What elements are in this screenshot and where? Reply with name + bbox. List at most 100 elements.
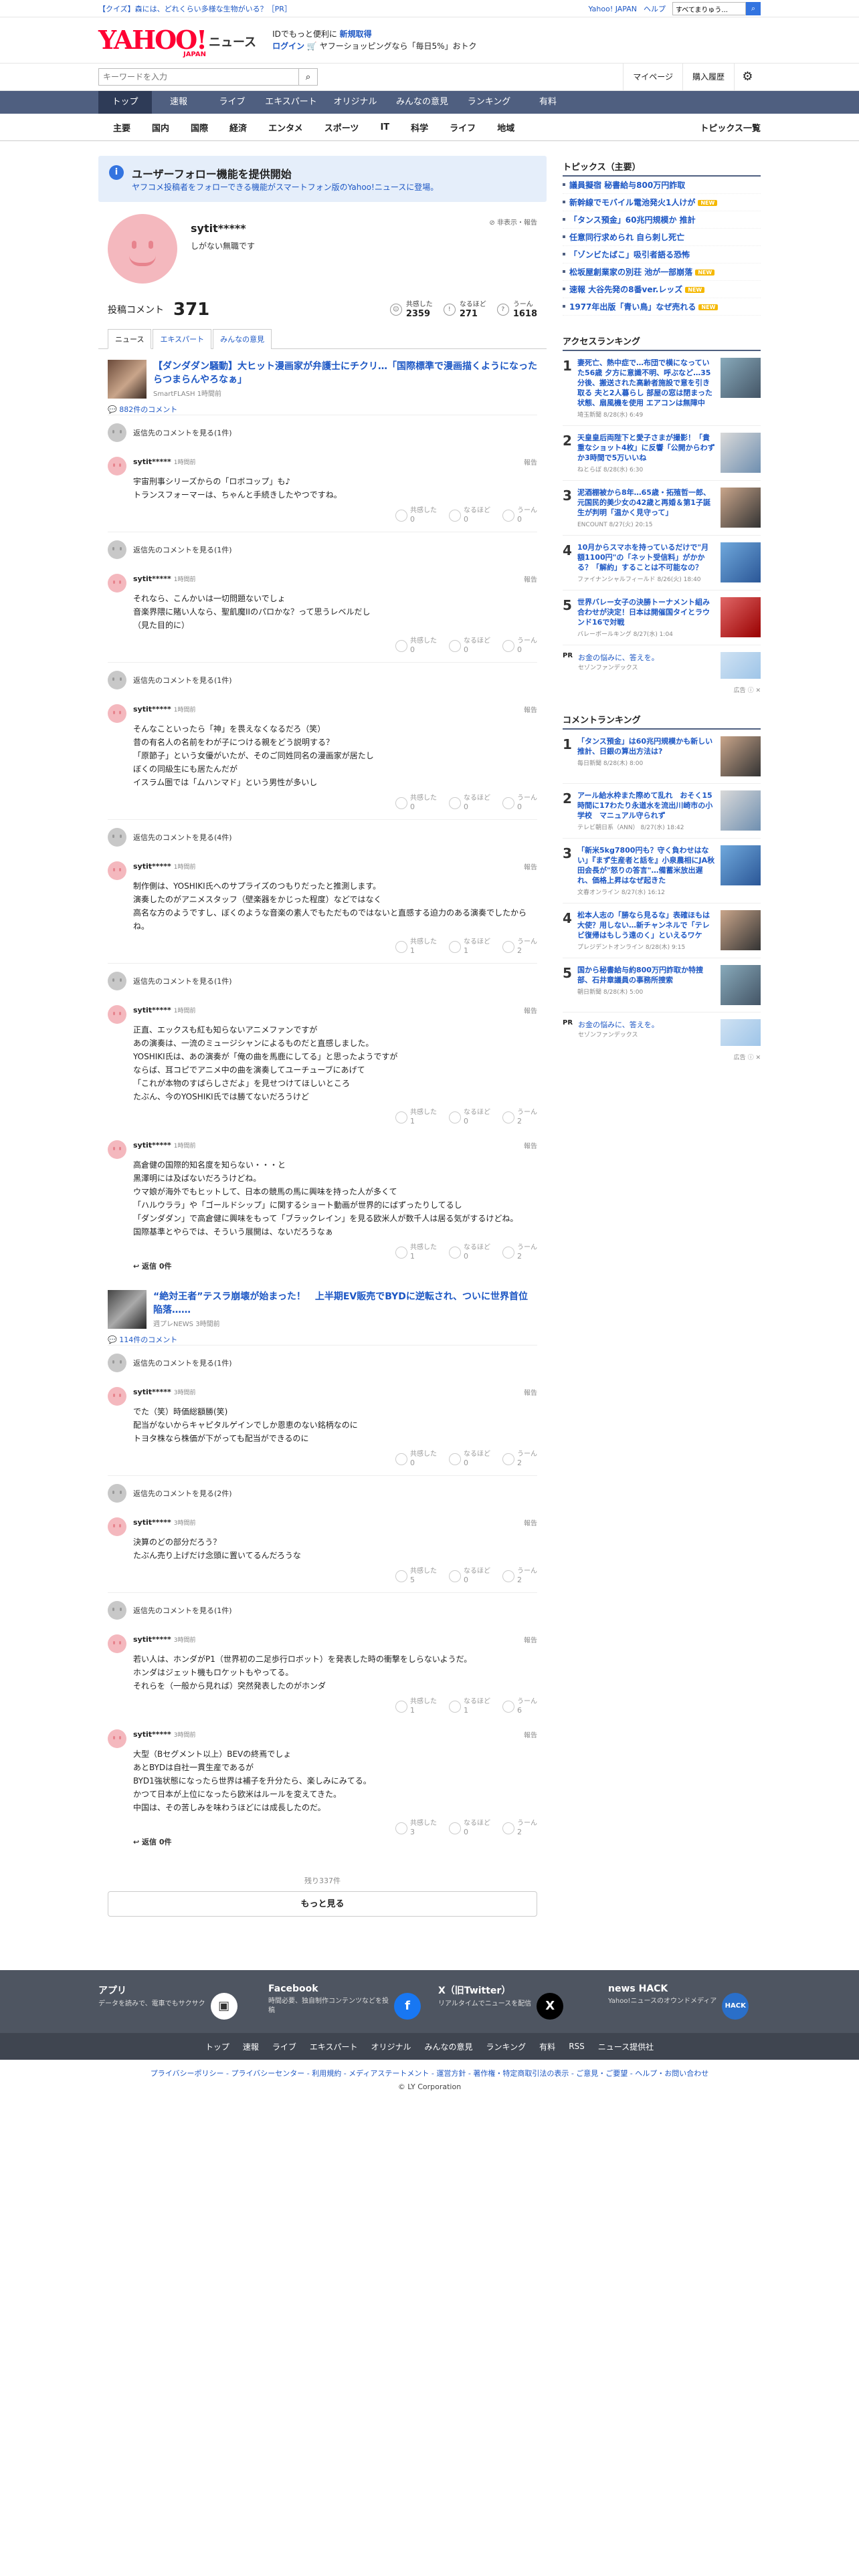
tab-news[interactable]: ニュース [108, 329, 152, 349]
settings-button[interactable]: ⚙ [734, 64, 761, 90]
report-link[interactable]: 報告 [524, 1005, 537, 1015]
cat-science[interactable]: 科学 [400, 121, 439, 134]
empathy-button[interactable]: 共感した 1 [395, 1244, 437, 1261]
parent-comment-link[interactable]: 返信先のコメントを見る(4件) [108, 819, 537, 855]
reply-button[interactable]: ↩ 返信 0件 [133, 1262, 172, 1271]
keyword-search-button[interactable]: ⌕ [299, 68, 318, 86]
footer-nav-item[interactable]: 速報 [243, 2041, 259, 2052]
parent-comment-link[interactable]: 返信先のコメントを見る(1件) [108, 662, 537, 697]
close-icon[interactable]: ✕ [755, 687, 761, 694]
ranking-item[interactable]: 4 10月からスマホを持っているだけで"月額1100円"の「ネット受信料」がかかる… [563, 536, 761, 591]
topic-item[interactable]: 議員擬宿 秘書給与800万円詐取 [563, 177, 761, 194]
report-link[interactable]: 報告 [524, 1387, 537, 1397]
hmm-button[interactable]: うーん 2 [502, 1568, 537, 1584]
ranking-item[interactable]: 2 アール給水枠また際めて乱れ おそく15時間に17わたり永道水を流出川崎市の小学… [563, 784, 761, 839]
help-link[interactable]: ヘルプ [644, 3, 666, 14]
footer-nav-item[interactable]: 有料 [539, 2041, 555, 2052]
close-icon[interactable]: ✕ [755, 1055, 761, 1061]
login-link[interactable]: ログイン [272, 41, 304, 51]
report-link[interactable]: 報告 [524, 704, 537, 714]
avatar[interactable] [108, 1517, 126, 1536]
cat-sports[interactable]: スポーツ [314, 121, 370, 134]
hmm-button[interactable]: うーん 2 [502, 1820, 537, 1836]
reply-button[interactable]: ↩ 返信 0件 [133, 1838, 172, 1846]
empathy-button[interactable]: 共感した 1 [395, 1109, 437, 1125]
article-thumbnail[interactable] [108, 1290, 147, 1329]
hmm-button[interactable]: うーん 0 [502, 507, 537, 524]
cat-life[interactable]: ライフ [439, 121, 486, 134]
empathy-button[interactable]: 共感した 0 [395, 794, 437, 811]
insight-button[interactable]: なるほど 1 [449, 1698, 490, 1715]
cat-main[interactable]: 主要 [98, 121, 141, 134]
hide-report-link[interactable]: ⊘ 非表示・報告 [489, 217, 537, 227]
purchase-history-link[interactable]: 購入履歴 [682, 64, 734, 90]
insight-button[interactable]: なるほど 0 [449, 1109, 490, 1125]
ranking-item[interactable]: 1 妻死亡、熱中症で…布団で横になっていた56歳 夕方に意識不明、呼ぶなど…35分… [563, 351, 761, 426]
parent-comment-link[interactable]: 返信先のコメントを見る(1件) [108, 532, 537, 567]
hmm-button[interactable]: うーん 2 [502, 938, 537, 955]
avatar[interactable] [108, 1140, 126, 1159]
insight-button[interactable]: なるほど 0 [449, 1820, 490, 1836]
yahoo-news-logo[interactable]: YAHOO! JAPAN ニュース [98, 27, 256, 59]
avatar[interactable] [108, 704, 126, 723]
pr-item-2[interactable]: PR お金の悩みに、答えを。 セゾンファンデックス [563, 1012, 761, 1053]
signup-link[interactable]: 新規取得 [340, 29, 372, 39]
insight-button[interactable]: なるほど 0 [449, 1568, 490, 1584]
article-thumbnail[interactable] [108, 360, 147, 399]
insight-button[interactable]: なるほど 0 [449, 794, 490, 811]
parent-comment-link[interactable]: 返信先のコメントを見る(1件) [108, 415, 537, 450]
hmm-button[interactable]: うーん 6 [502, 1698, 537, 1715]
ranking-item[interactable]: 5 国から秘書給与約800万円詐取か特捜部、石井章議員の事務所捜索 朝日新聞 8/2… [563, 958, 761, 1012]
article-comment-count[interactable]: 💬 882件のコメント [98, 403, 187, 419]
topic-item[interactable]: 任意同行求められ 自ら刺し死亡 [563, 229, 761, 246]
parent-comment-link[interactable]: 返信先のコメントを見る(1件) [108, 1345, 537, 1380]
footer-nav-item[interactable]: ニュース提供社 [598, 2041, 654, 2052]
avatar[interactable] [108, 861, 126, 880]
ranking-item[interactable]: 4 松本人志の「勝なら見るな」表確ほもは大使？用しない…新チャンネルで「テレビ復帰… [563, 903, 761, 958]
empathy-button[interactable]: 共感した 0 [395, 637, 437, 654]
footer-links[interactable]: プライバシーポリシー - プライバシーセンター - 利用規約 - メディアステー… [0, 2068, 859, 2078]
reply-username[interactable]: sytit***** [133, 1388, 171, 1396]
keyword-input[interactable] [98, 68, 299, 86]
footer-box[interactable]: Facebook 時間必要、独自制作コンテンツなどを投稿 f [268, 1983, 421, 2020]
footer-nav-item[interactable]: オリジナル [371, 2041, 411, 2052]
nav-top[interactable]: トップ [98, 91, 152, 114]
insight-button[interactable]: なるほど 0 [449, 637, 490, 654]
nav-expert[interactable]: エキスパート [259, 91, 323, 114]
cat-it[interactable]: IT [369, 122, 400, 132]
report-link[interactable]: 報告 [524, 1729, 537, 1739]
avatar[interactable] [108, 574, 126, 593]
info-icon[interactable]: ⓘ [748, 1055, 754, 1061]
reply-username[interactable]: sytit***** [133, 705, 171, 714]
ranking-item[interactable]: 5 世界バレー女子の決勝トーナメント組み合わせが決定！日本は開催国タイとラウンド1… [563, 591, 761, 645]
pr-item[interactable]: PR お金の悩みに、答えを。 セゾンファンデックス [563, 645, 761, 685]
insight-button[interactable]: なるほど 0 [449, 1244, 490, 1261]
footer-box[interactable]: アプリ データを読みで、電車でもサクサク ▣ [98, 1983, 251, 2020]
hmm-button[interactable]: うーん 0 [502, 637, 537, 654]
report-link[interactable]: 報告 [524, 1140, 537, 1150]
report-link[interactable]: 報告 [524, 861, 537, 871]
footer-nav-item[interactable]: みんなの意見 [425, 2041, 473, 2052]
topics-list-link[interactable]: トピックス一覧 [700, 121, 761, 134]
parent-comment-link[interactable]: 返信先のコメントを見る(1件) [108, 1592, 537, 1628]
promo-quiz-link[interactable]: 【クイズ】森には、どれくらい多様な生物がいる？［PR］ [98, 3, 292, 14]
cat-economy[interactable]: 経済 [219, 121, 258, 134]
reply-username[interactable]: sytit***** [133, 1730, 171, 1739]
web-search-button[interactable]: ⌕ [746, 2, 761, 15]
hmm-button[interactable]: うーん 2 [502, 1451, 537, 1467]
cat-entertainment[interactable]: エンタメ [258, 121, 314, 134]
reply-username[interactable]: sytit***** [133, 1635, 171, 1644]
parent-comment-link[interactable]: 返信先のコメントを見る(1件) [108, 963, 537, 998]
empathy-button[interactable]: 共感した 1 [395, 938, 437, 955]
ranking-item[interactable]: 3 「新米5kg7800円も？守く負わせはない」『まず生産者と話を』小泉農相にJA… [563, 839, 761, 903]
parent-comment-link[interactable]: 返信先のコメントを見る(2件) [108, 1475, 537, 1511]
tab-opinions[interactable]: みんなの意見 [213, 329, 272, 349]
reply-username[interactable]: sytit***** [133, 1518, 171, 1527]
cat-world[interactable]: 国際 [180, 121, 219, 134]
footer-nav-item[interactable]: RSS [569, 2042, 585, 2051]
topic-item[interactable]: 新幹線でモバイル電池発火1人けが NEW [563, 194, 761, 211]
cat-local[interactable]: 地域 [486, 121, 525, 134]
article-title[interactable]: 【ダンダダン騒動】大ヒット漫画家が弁護士にチクリ…「国際標準で漫画描くようになっ… [153, 361, 537, 385]
tab-expert[interactable]: エキスパート [153, 329, 212, 349]
insight-button[interactable]: なるほど 1 [449, 938, 490, 955]
